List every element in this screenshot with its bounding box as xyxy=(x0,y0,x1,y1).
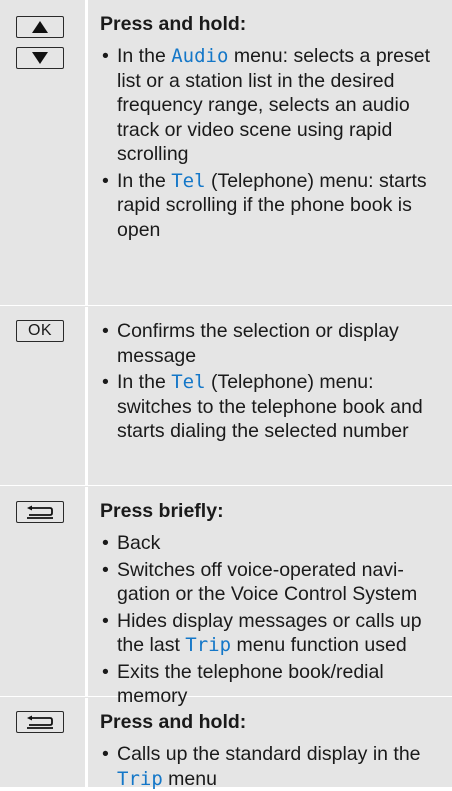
table-row-ok: OK Confirms the selection or display mes… xyxy=(0,307,452,486)
key-cell: OK xyxy=(0,307,88,485)
bullet-text: menu function used xyxy=(231,634,407,656)
key-cell xyxy=(0,698,88,787)
menu-name: Tel xyxy=(171,371,206,393)
table-row-arrows: Press and hold: In the Audio menu: selec… xyxy=(0,0,452,306)
description-cell: Press briefly: Back Switches off voice-o… xyxy=(88,487,452,707)
up-arrow-icon xyxy=(32,21,48,33)
list-item: Switches off voice-operated navi­gation … xyxy=(100,558,442,607)
ok-key: OK xyxy=(16,320,64,342)
bullet-list: Back Switches off voice-operated navi­ga… xyxy=(100,531,442,709)
menu-name: Trip xyxy=(117,767,163,790)
description-cell: Press and hold: In the Audio menu: selec… xyxy=(88,0,452,305)
menu-name: Trip xyxy=(185,634,232,656)
bullet-text: In the xyxy=(117,169,172,192)
key-cell xyxy=(0,487,88,696)
bullet-text: In the xyxy=(117,371,172,393)
key-cell xyxy=(0,0,88,305)
down-arrow-icon xyxy=(32,52,48,64)
table-row-back-hold: Press and hold: Calls up the standard di… xyxy=(0,698,452,790)
row-heading: Press and hold: xyxy=(100,711,247,733)
bullet-text: Back xyxy=(117,532,161,554)
description-cell: Press and hold: Calls up the standard di… xyxy=(88,698,452,790)
menu-name: Tel xyxy=(171,169,206,192)
list-item: In the Audio menu: selects a pre­set lis… xyxy=(100,44,442,167)
down-arrow-key xyxy=(16,47,64,69)
menu-name: Audio xyxy=(171,45,229,67)
button-function-table: Press and hold: In the Audio menu: selec… xyxy=(0,0,452,790)
up-arrow-key xyxy=(16,16,64,38)
list-item: In the Tel (Telephone) menu: switches to… xyxy=(100,370,442,444)
list-item: In the Tel (Telephone) menu: starts rapi… xyxy=(100,169,442,243)
table-row-back-briefly: Press briefly: Back Switches off voice-o… xyxy=(0,487,452,707)
back-icon xyxy=(27,505,53,519)
bullet-text: Confirms the selection or display messag… xyxy=(117,320,399,367)
bullet-list: In the Audio menu: selects a pre­set lis… xyxy=(100,44,442,242)
list-item: Confirms the selection or display messag… xyxy=(100,319,442,368)
description-cell: Confirms the selection or display messag… xyxy=(88,307,452,485)
bullet-text: Switches off voice-operated navi­gation … xyxy=(117,558,418,606)
row-heading: Press briefly: xyxy=(100,500,224,522)
bullet-list: Calls up the standard display in the Tri… xyxy=(100,742,442,791)
list-item: Back xyxy=(100,531,442,556)
back-key xyxy=(16,501,64,523)
bullet-list: Confirms the selection or display messag… xyxy=(100,319,442,444)
list-item: Calls up the standard display in the Tri… xyxy=(100,742,442,791)
back-key xyxy=(16,711,64,733)
ok-icon: OK xyxy=(27,322,53,339)
bullet-text: In the xyxy=(117,45,172,67)
row-heading: Press and hold: xyxy=(100,13,247,35)
bullet-text: menu xyxy=(162,767,217,790)
list-item: Hides display messages or calls up the l… xyxy=(100,609,442,658)
back-icon xyxy=(27,715,53,729)
bullet-text: Calls up the standard display in the xyxy=(117,743,421,765)
